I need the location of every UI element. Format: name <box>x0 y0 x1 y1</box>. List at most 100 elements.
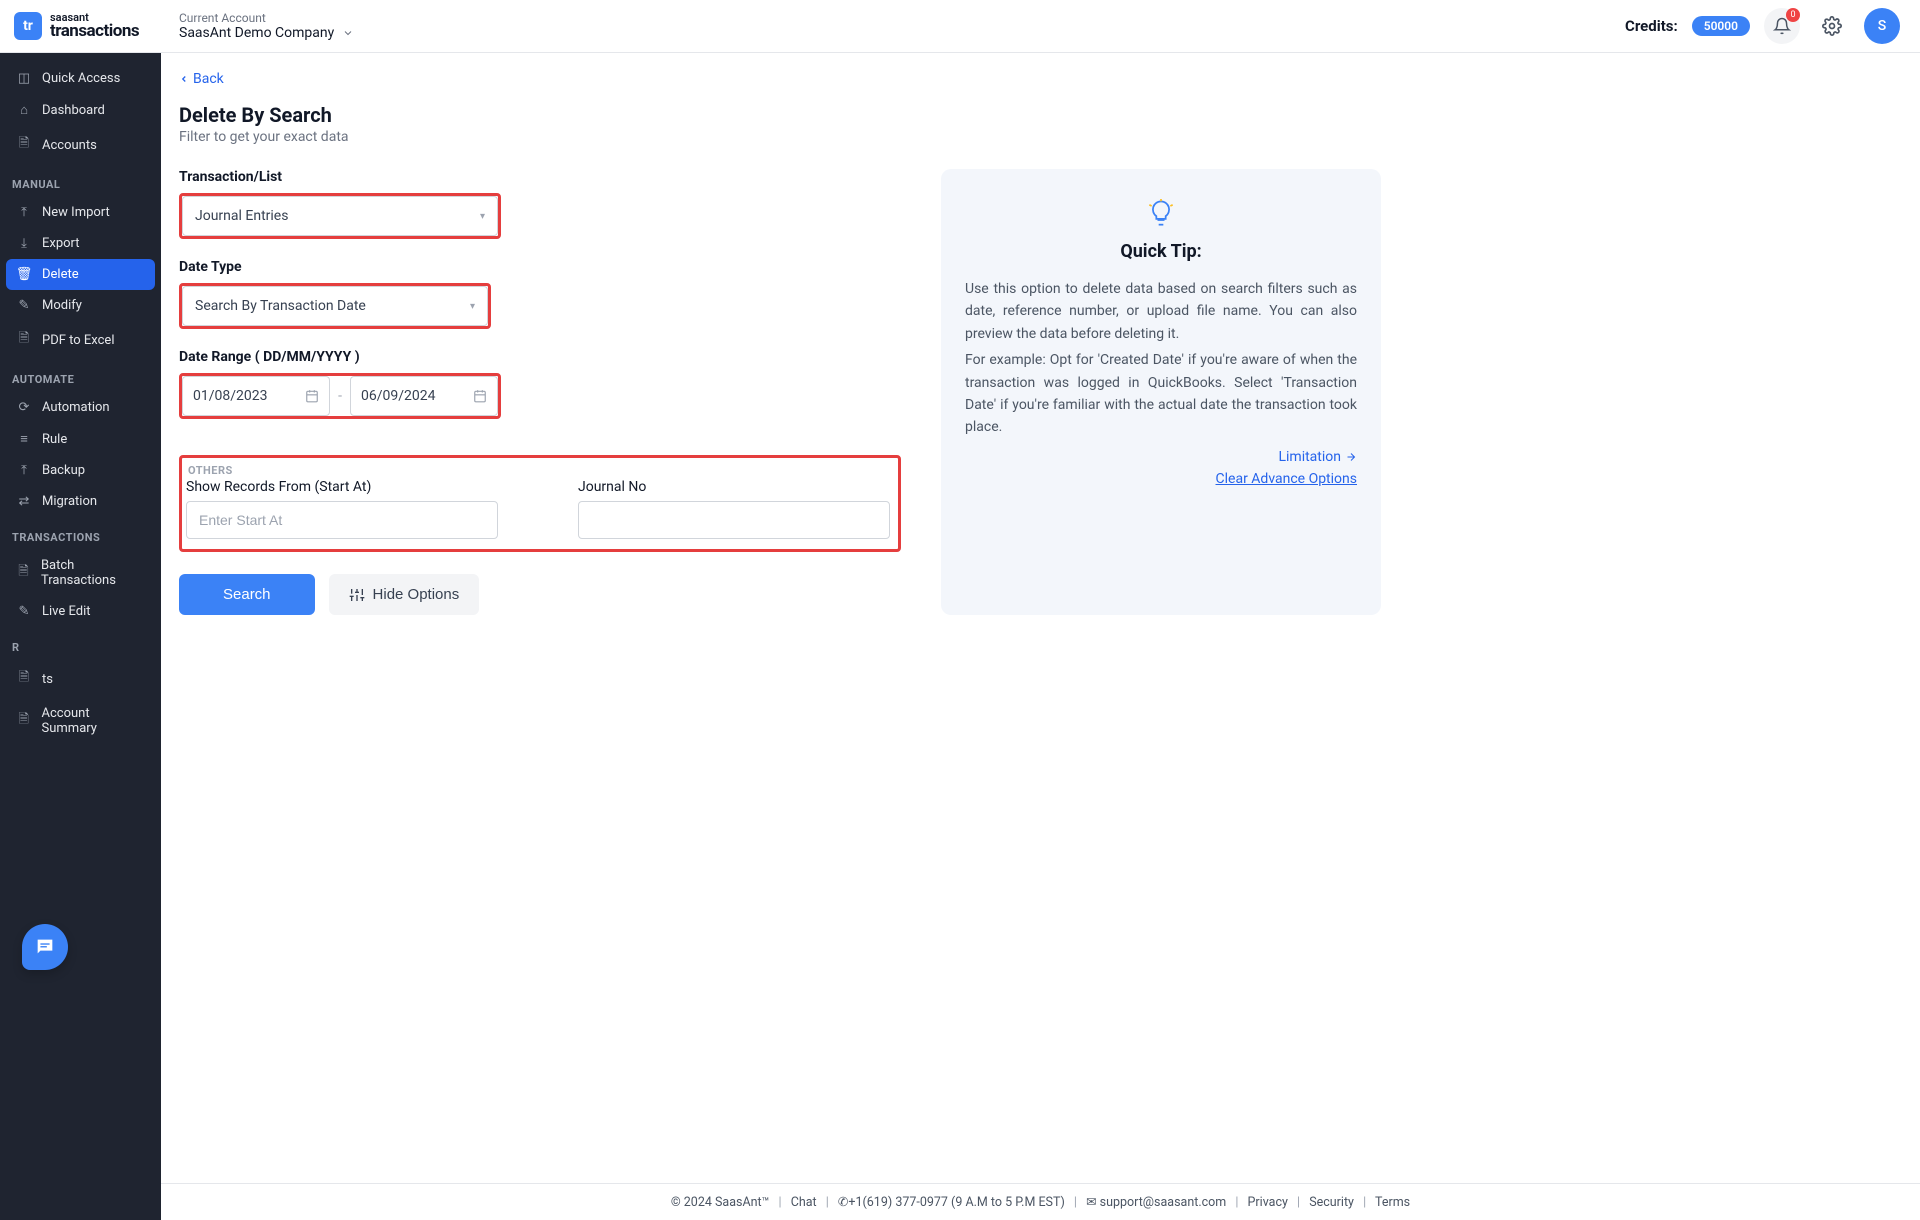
copyright: © 2024 SaasAnt™ <box>671 1195 770 1210</box>
hide-options-label: Hide Options <box>373 586 460 603</box>
footer-privacy-link[interactable]: Privacy <box>1248 1195 1288 1210</box>
sidebar-heading-transactions: TRANSACTIONS <box>6 517 155 550</box>
sidebar-item-label: Live Edit <box>42 604 91 619</box>
main: Back Delete By Search Filter to get your… <box>161 53 1920 1220</box>
sidebar-item-label: Accounts <box>42 138 97 153</box>
others-title: OTHERS <box>186 464 888 477</box>
trash-icon: 🗑 <box>16 267 32 282</box>
date-type-label: Date Type <box>179 259 901 275</box>
tip-title: Quick Tip: <box>965 241 1357 262</box>
header: tr saasant transactions Current Account … <box>0 0 1920 53</box>
sidebar-item-label: Dashboard <box>42 103 105 118</box>
logo[interactable]: tr saasant transactions <box>0 12 161 40</box>
sidebar-heading-reports: R <box>6 627 155 660</box>
chevron-left-icon <box>179 74 189 84</box>
sidebar-item-new-import[interactable]: ⤒New Import <box>6 197 155 228</box>
date-type-select[interactable]: Search By Transaction Date ▾ <box>182 286 488 326</box>
limitation-label: Limitation <box>1278 449 1341 465</box>
account-name: SaasAnt Demo Company <box>179 25 334 41</box>
page-title: Delete By Search <box>179 103 1920 127</box>
sliders-icon <box>349 587 365 603</box>
date-from-input[interactable]: 01/08/2023 <box>182 376 330 416</box>
footer-phone-link[interactable]: +1(619) 377-0977 (9 A.M to 5 P.M EST) <box>848 1195 1064 1210</box>
limitation-link[interactable]: Limitation <box>1278 449 1357 465</box>
avatar[interactable]: S <box>1864 8 1900 44</box>
footer-security-link[interactable]: Security <box>1309 1195 1354 1210</box>
date-to-input[interactable]: 06/09/2024 <box>350 376 498 416</box>
file-icon: 🗎 <box>16 134 32 156</box>
chevron-down-icon: ▾ <box>480 211 485 222</box>
logo-text-bottom: transactions <box>50 23 139 40</box>
download-icon: ⤓ <box>16 236 32 251</box>
pencil-icon: ✎ <box>16 604 32 619</box>
sidebar-item-dashboard[interactable]: ⌂Dashboard <box>6 94 155 126</box>
sidebar-item-live-edit[interactable]: ✎ Live Edit <box>6 596 155 627</box>
back-link[interactable]: Back <box>179 71 224 87</box>
sidebar-item-rule[interactable]: ≡ Rule <box>6 423 155 455</box>
start-at-input[interactable] <box>186 501 498 539</box>
account-switcher[interactable]: Current Account SaasAnt Demo Company <box>179 11 354 41</box>
settings-button[interactable] <box>1814 8 1850 44</box>
others-panel: OTHERS Show Records From (Start At) Jour… <box>179 455 901 552</box>
footer: © 2024 SaasAnt™ | Chat | ✆+1(619) 377-09… <box>161 1183 1920 1220</box>
chat-icon <box>34 936 56 958</box>
journal-no-input[interactable] <box>578 501 890 539</box>
sidebar-item-account-summary[interactable]: 🗎Account Summary <box>6 698 155 744</box>
sidebar-item-accounts[interactable]: 🗎 Accounts <box>6 126 155 164</box>
file-icon: 🗎 <box>16 329 32 351</box>
sidebar-item-modify[interactable]: ✎Modify <box>6 290 155 321</box>
sidebar-item-label: Delete <box>42 267 79 282</box>
sidebar-item-label: Quick Access <box>42 71 120 86</box>
phone-icon: ✆ <box>838 1195 848 1210</box>
date-type-value: Search By Transaction Date <box>195 298 366 314</box>
grid-icon: ◫ <box>16 71 32 86</box>
sidebar-item-pdf-to-excel[interactable]: 🗎PDF to Excel <box>6 321 155 359</box>
calendar-icon <box>473 389 487 403</box>
journal-no-label: Journal No <box>578 479 890 495</box>
file-icon: 🗎 <box>16 562 31 584</box>
sidebar-item-label: Backup <box>42 463 85 478</box>
refresh-icon: ⟳ <box>16 400 32 415</box>
sidebar-item-batch-transactions[interactable]: 🗎 Batch Transactions <box>6 550 155 596</box>
notifications-button[interactable]: 0 <box>1764 8 1800 44</box>
sidebar-item-migration[interactable]: ⇄ Migration <box>6 486 155 517</box>
sidebar-item-quick-access[interactable]: ◫ Quick Access <box>6 63 155 94</box>
search-button[interactable]: Search <box>179 574 315 615</box>
tip-paragraph-1: Use this option to delete data based on … <box>965 278 1357 345</box>
footer-chat-link[interactable]: Chat <box>791 1195 817 1210</box>
chevron-down-icon: ▾ <box>470 301 475 312</box>
sidebar-item-delete[interactable]: 🗑 Delete <box>6 259 155 290</box>
credits-badge[interactable]: 50000 <box>1692 16 1750 36</box>
sidebar-heading-automate: AUTOMATE <box>6 359 155 392</box>
sidebar-item-label: Export <box>42 236 80 251</box>
file-icon: 🗎 <box>16 710 32 732</box>
chat-fab[interactable] <box>22 924 68 970</box>
footer-terms-link[interactable]: Terms <box>1375 1195 1410 1210</box>
transaction-list-select[interactable]: Journal Entries ▾ <box>182 196 498 236</box>
sidebar-item-label: New Import <box>42 205 110 220</box>
sidebar: ◫Quick Access ⌂Dashboard 🗎Accounts MANUA… <box>0 53 161 1220</box>
sidebar-item-backup[interactable]: ⤒Backup <box>6 455 155 486</box>
sidebar-item-label: Modify <box>42 298 82 313</box>
footer-email-link[interactable]: support@saasant.com <box>1100 1195 1227 1210</box>
hide-options-button[interactable]: Hide Options <box>329 574 480 615</box>
sidebar-item-export[interactable]: ⤓ Export <box>6 228 155 259</box>
sidebar-item-automation[interactable]: ⟳Automation <box>6 392 155 423</box>
date-from-value: 01/08/2023 <box>193 388 268 404</box>
sidebar-item-reports[interactable]: 🗎ts <box>6 660 155 698</box>
arrow-right-icon <box>1345 451 1357 463</box>
transaction-list-value: Journal Entries <box>195 208 288 224</box>
list-icon: ≡ <box>16 431 32 447</box>
credits-label: Credits: <box>1625 17 1678 35</box>
transaction-list-label: Transaction/List <box>179 169 901 185</box>
chevron-down-icon <box>342 27 354 39</box>
clear-advance-options-link[interactable]: Clear Advance Options <box>965 471 1357 487</box>
sidebar-item-label: Batch Transactions <box>41 558 145 588</box>
quick-tip-panel: Quick Tip: Use this option to delete dat… <box>941 169 1381 615</box>
sidebar-item-label: Rule <box>42 432 67 447</box>
back-label: Back <box>193 71 224 87</box>
sidebar-item-label: Migration <box>42 494 97 509</box>
page-subtitle: Filter to get your exact data <box>179 129 1920 145</box>
swap-icon: ⇄ <box>16 494 32 509</box>
file-icon: 🗎 <box>16 668 32 690</box>
